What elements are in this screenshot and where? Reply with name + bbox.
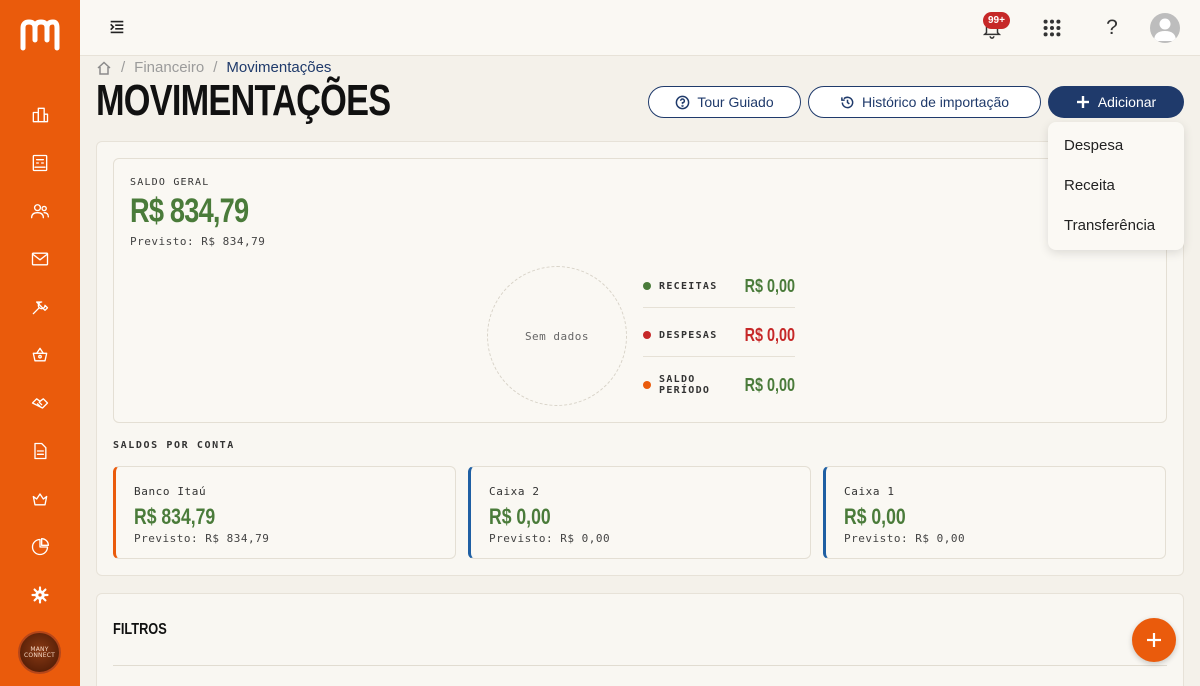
legend-saldo-label: SALDO PERÍODO: [659, 374, 711, 396]
account-name: Banco Itaú: [134, 485, 207, 498]
org-avatar[interactable]: MANY CONNECT: [18, 631, 61, 674]
history-icon: [841, 96, 854, 108]
legend-divider: [643, 307, 795, 308]
donut-chart: Sem dados: [487, 266, 627, 406]
accounts-section-label: SALDOS POR CONTA: [113, 440, 235, 451]
account-name: Caixa 2: [489, 485, 540, 498]
legend-receitas-label: RECEITAS: [659, 280, 718, 292]
plus-icon: [1076, 96, 1089, 108]
apps-grid-icon[interactable]: [1038, 14, 1066, 42]
basket-icon[interactable]: [28, 343, 52, 367]
saldo-geral-label: SALDO GERAL: [130, 177, 210, 188]
account-previsto: Previsto: R$ 0,00: [844, 532, 966, 545]
plus-icon: [1147, 633, 1161, 647]
add-dropdown-menu: Despesa Receita Transferência: [1048, 122, 1184, 250]
account-balance: R$ 0,00: [489, 504, 551, 529]
filters-divider: [113, 665, 1167, 666]
add-button-label: Adicionar: [1097, 94, 1157, 110]
user-icon: [1154, 18, 1176, 41]
account-card[interactable]: Caixa 2 R$ 0,00 Previsto: R$ 0,00: [468, 466, 811, 559]
help-icon[interactable]: ?: [1098, 14, 1126, 42]
crown-basket-icon[interactable]: [28, 487, 52, 511]
gear-icon[interactable]: [28, 583, 52, 607]
m-logo-icon[interactable]: [19, 18, 61, 52]
breadcrumb-current: Movimentações: [226, 59, 332, 76]
sidebar: MANY CONNECT: [0, 0, 80, 686]
pie-chart-icon[interactable]: [28, 535, 52, 559]
saldo-geral-previsto: Previsto: R$ 834,79: [130, 235, 266, 248]
breadcrumb-separator: /: [121, 59, 126, 76]
menu-toggle-icon[interactable]: [108, 18, 128, 38]
org-avatar-text: MANY CONNECT: [24, 645, 55, 659]
donut-empty-label: Sem dados: [524, 329, 590, 343]
legend-divider: [643, 356, 795, 357]
add-button[interactable]: Adicionar: [1048, 86, 1184, 118]
breadcrumb: / Financeiro / Movimentações: [96, 59, 331, 76]
account-balance: R$ 0,00: [844, 504, 906, 529]
page-title: MOVIMENTAÇÕES: [96, 76, 391, 125]
account-name: Caixa 1: [844, 485, 895, 498]
cash-register-icon[interactable]: [28, 151, 52, 175]
account-previsto: Previsto: R$ 834,79: [134, 532, 270, 545]
help-label: ?: [1106, 16, 1118, 39]
floating-add-button[interactable]: [1132, 618, 1176, 662]
help-circle-icon: [676, 95, 690, 109]
legend-receitas: RECEITAS R$ 0,00: [643, 266, 795, 306]
legend-dot-despesas: [643, 331, 651, 339]
user-avatar[interactable]: [1150, 13, 1180, 43]
breadcrumb-financeiro[interactable]: Financeiro: [134, 59, 204, 76]
tour-button-label: Tour Guiado: [697, 94, 774, 110]
legend-saldo-value: R$ 0,00: [744, 374, 795, 395]
tools-icon[interactable]: [28, 295, 52, 319]
legend-dot-saldo: [643, 381, 651, 389]
users-icon[interactable]: [28, 199, 52, 223]
account-previsto: Previsto: R$ 0,00: [489, 532, 611, 545]
tour-button[interactable]: Tour Guiado: [648, 86, 801, 118]
legend-dot-receitas: [643, 282, 651, 290]
legend-despesas: DESPESAS R$ 0,00: [643, 315, 795, 355]
menu-item-receita[interactable]: Receita: [1048, 166, 1184, 206]
menu-item-transferencia[interactable]: Transferência: [1048, 206, 1184, 246]
document-icon[interactable]: [28, 439, 52, 463]
saldo-geral-value: R$ 834,79: [130, 192, 249, 230]
building-icon[interactable]: [28, 103, 52, 127]
account-card[interactable]: Caixa 1 R$ 0,00 Previsto: R$ 0,00: [823, 466, 1166, 559]
breadcrumb-separator: /: [213, 59, 218, 76]
notification-badge: 99+: [983, 12, 1010, 29]
menu-item-despesa[interactable]: Despesa: [1048, 126, 1184, 166]
home-icon[interactable]: [96, 60, 112, 76]
filters-title: FILTROS: [113, 621, 167, 638]
filters-panel: [96, 593, 1184, 686]
legend-despesas-value: R$ 0,00: [744, 324, 795, 345]
legend-receitas-value: R$ 0,00: [744, 275, 795, 296]
topbar: 99+ ?: [80, 0, 1200, 56]
import-history-button[interactable]: Histórico de importação: [808, 86, 1041, 118]
legend-saldo-periodo: SALDO PERÍODO R$ 0,00: [643, 365, 795, 405]
handshake-icon[interactable]: [28, 391, 52, 415]
account-balance: R$ 834,79: [134, 504, 216, 529]
account-card[interactable]: Banco Itaú R$ 834,79 Previsto: R$ 834,79: [113, 466, 456, 559]
import-history-label: Histórico de importação: [861, 94, 1010, 110]
mail-icon[interactable]: [28, 247, 52, 271]
legend-despesas-label: DESPESAS: [659, 329, 718, 341]
